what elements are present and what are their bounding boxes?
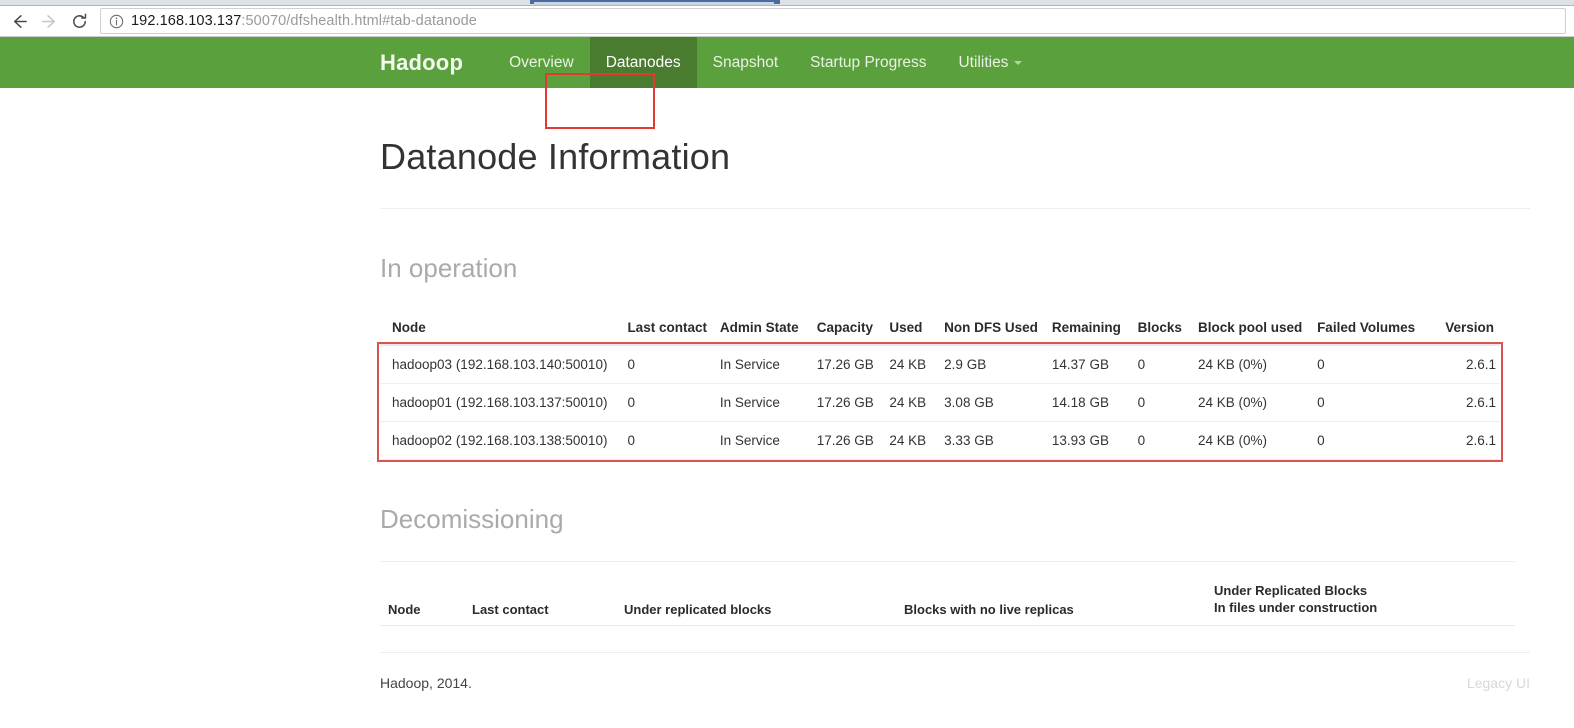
cell-version: 2.6.1 bbox=[1441, 421, 1500, 460]
column-header-line1: Under Replicated Blocks bbox=[1214, 582, 1368, 598]
footer-copyright: Hadoop, 2014. bbox=[380, 675, 472, 691]
cell-version: 2.6.1 bbox=[1441, 383, 1500, 422]
nav-item-startup-progress[interactable]: Startup Progress bbox=[794, 37, 942, 88]
cell-non-dfs-used: 2.9 GB bbox=[940, 345, 1048, 384]
cell-remaining: 14.37 GB bbox=[1047, 345, 1134, 384]
cell-failed-volumes: 0 bbox=[1313, 345, 1442, 384]
cell-capacity: 17.26 GB bbox=[812, 421, 886, 460]
table-row[interactable]: hadoop01 (192.168.103.137:50010) 0 In Se… bbox=[380, 383, 1500, 422]
legacy-ui-link[interactable]: Legacy UI bbox=[1467, 675, 1530, 691]
in-operation-table-head: Node Last contact Admin State Capacity U… bbox=[380, 314, 1500, 346]
cell-blocks: 0 bbox=[1133, 383, 1194, 422]
reload-button[interactable] bbox=[64, 7, 94, 35]
cell-version: 2.6.1 bbox=[1441, 345, 1500, 384]
address-bar[interactable]: 192.168.103.137:50070/dfshealth.html#tab… bbox=[100, 8, 1566, 34]
column-header-admin-state[interactable]: Admin State bbox=[715, 314, 813, 346]
column-header-line2: In files under construction bbox=[1214, 600, 1378, 616]
back-button[interactable] bbox=[4, 7, 34, 35]
column-header-under-replicated-blocks[interactable]: Under replicated blocks bbox=[620, 561, 900, 626]
browser-toolbar: 192.168.103.137:50070/dfshealth.html#tab… bbox=[0, 6, 1574, 37]
column-header-node[interactable]: Node bbox=[380, 561, 468, 626]
nav-item-label: Startup Progress bbox=[810, 53, 927, 71]
content-container: Datanode Information In operation Node L… bbox=[380, 136, 1530, 691]
column-header-non-dfs-used[interactable]: Non DFS Used bbox=[940, 314, 1048, 346]
page-content: Datanode Information In operation Node L… bbox=[0, 136, 1574, 691]
forward-button[interactable] bbox=[34, 7, 64, 35]
cell-block-pool-used: 24 KB (0%) bbox=[1193, 345, 1314, 384]
nav-item-label: Datanodes bbox=[605, 53, 681, 71]
nav-item-utilities[interactable]: Utilities bbox=[942, 37, 1038, 88]
cell-last-contact: 0 bbox=[623, 421, 716, 460]
cell-blocks: 0 bbox=[1133, 345, 1194, 384]
column-header-capacity[interactable]: Capacity bbox=[812, 314, 886, 346]
cell-admin-state: In Service bbox=[715, 421, 813, 460]
cell-block-pool-used: 24 KB (0%) bbox=[1193, 383, 1314, 422]
nav-item-snapshot[interactable]: Snapshot bbox=[697, 37, 795, 88]
in-operation-table: Node Last contact Admin State Capacity U… bbox=[380, 314, 1500, 460]
cell-used: 24 KB bbox=[885, 345, 941, 384]
cell-node: hadoop03 (192.168.103.140:50010) bbox=[380, 345, 624, 384]
cell-remaining: 13.93 GB bbox=[1047, 421, 1134, 460]
column-header-blocks-no-live-replicas[interactable]: Blocks with no live replicas bbox=[900, 561, 1210, 626]
column-header-node[interactable]: Node bbox=[380, 314, 624, 346]
table-row[interactable]: hadoop02 (192.168.103.138:50010) 0 In Se… bbox=[380, 421, 1500, 460]
cell-failed-volumes: 0 bbox=[1313, 383, 1442, 422]
column-header-failed-volumes[interactable]: Failed Volumes bbox=[1313, 314, 1442, 346]
in-operation-table-body: hadoop03 (192.168.103.140:50010) 0 In Se… bbox=[380, 345, 1500, 460]
column-header-under-replicated-in-construction[interactable]: Under Replicated Blocks In files under c… bbox=[1210, 561, 1515, 626]
column-header-last-contact[interactable]: Last contact bbox=[623, 314, 716, 346]
column-header-block-pool-used[interactable]: Block pool used bbox=[1193, 314, 1314, 346]
cell-admin-state: In Service bbox=[715, 345, 813, 384]
cell-node: hadoop02 (192.168.103.138:50010) bbox=[380, 421, 624, 460]
nav-item-label: Snapshot bbox=[712, 53, 779, 71]
cell-remaining: 14.18 GB bbox=[1047, 383, 1134, 422]
address-bar-text: 192.168.103.137:50070/dfshealth.html#tab… bbox=[131, 13, 477, 29]
table-row[interactable]: hadoop03 (192.168.103.140:50010) 0 In Se… bbox=[380, 345, 1500, 384]
decommissioning-table: Node Last contact Under replicated block… bbox=[380, 561, 1515, 626]
chevron-down-icon bbox=[1014, 60, 1023, 65]
section-title-in-operation: In operation bbox=[380, 253, 518, 283]
cell-non-dfs-used: 3.33 GB bbox=[940, 421, 1048, 460]
info-circle-icon[interactable] bbox=[109, 14, 124, 29]
cell-used: 24 KB bbox=[885, 421, 941, 460]
nav-item-label: Utilities bbox=[958, 53, 1009, 71]
cell-last-contact: 0 bbox=[623, 345, 716, 384]
column-header-remaining[interactable]: Remaining bbox=[1047, 314, 1134, 346]
nav-item-label: Overview bbox=[509, 53, 574, 71]
title-divider bbox=[380, 208, 1530, 209]
cell-capacity: 17.26 GB bbox=[812, 383, 886, 422]
browser-tab-strip[interactable] bbox=[0, 0, 1574, 6]
cell-non-dfs-used: 3.08 GB bbox=[940, 383, 1048, 422]
navbar-items: Overview Datanodes Snapshot Startup Prog… bbox=[493, 37, 1038, 88]
cell-last-contact: 0 bbox=[623, 383, 716, 422]
browser-tab-inner bbox=[534, 2, 774, 5]
column-header-last-contact[interactable]: Last contact bbox=[468, 561, 620, 626]
url-host: 192.168.103.137 bbox=[131, 13, 242, 29]
table-header-row: Node Last contact Admin State Capacity U… bbox=[380, 314, 1500, 346]
nav-item-datanodes[interactable]: Datanodes bbox=[589, 37, 697, 88]
cell-blocks: 0 bbox=[1133, 421, 1194, 460]
cell-failed-volumes: 0 bbox=[1313, 421, 1442, 460]
hadoop-brand[interactable]: Hadoop bbox=[380, 37, 493, 88]
decommissioning-table-head: Node Last contact Under replicated block… bbox=[380, 561, 1515, 626]
cell-node: hadoop01 (192.168.103.137:50010) bbox=[380, 383, 624, 422]
page-viewport: Hadoop Overview Datanodes Snapshot Start… bbox=[0, 37, 1574, 727]
cell-admin-state: In Service bbox=[715, 383, 813, 422]
nav-item-overview[interactable]: Overview bbox=[493, 37, 590, 88]
cell-block-pool-used: 24 KB (0%) bbox=[1193, 421, 1314, 460]
section-title-decommissioning: Decomissioning bbox=[380, 504, 564, 534]
page-footer: Hadoop, 2014. Legacy UI bbox=[380, 652, 1530, 691]
page-title: Datanode Information bbox=[380, 136, 731, 177]
column-header-version[interactable]: Version bbox=[1441, 314, 1500, 346]
cell-used: 24 KB bbox=[885, 383, 941, 422]
column-header-blocks[interactable]: Blocks bbox=[1133, 314, 1194, 346]
hadoop-navbar: Hadoop Overview Datanodes Snapshot Start… bbox=[0, 37, 1574, 129]
url-path: :50070/dfshealth.html#tab-datanode bbox=[241, 13, 477, 29]
cell-capacity: 17.26 GB bbox=[812, 345, 886, 384]
column-header-used[interactable]: Used bbox=[885, 314, 941, 346]
table-header-row: Node Last contact Under replicated block… bbox=[380, 561, 1515, 626]
